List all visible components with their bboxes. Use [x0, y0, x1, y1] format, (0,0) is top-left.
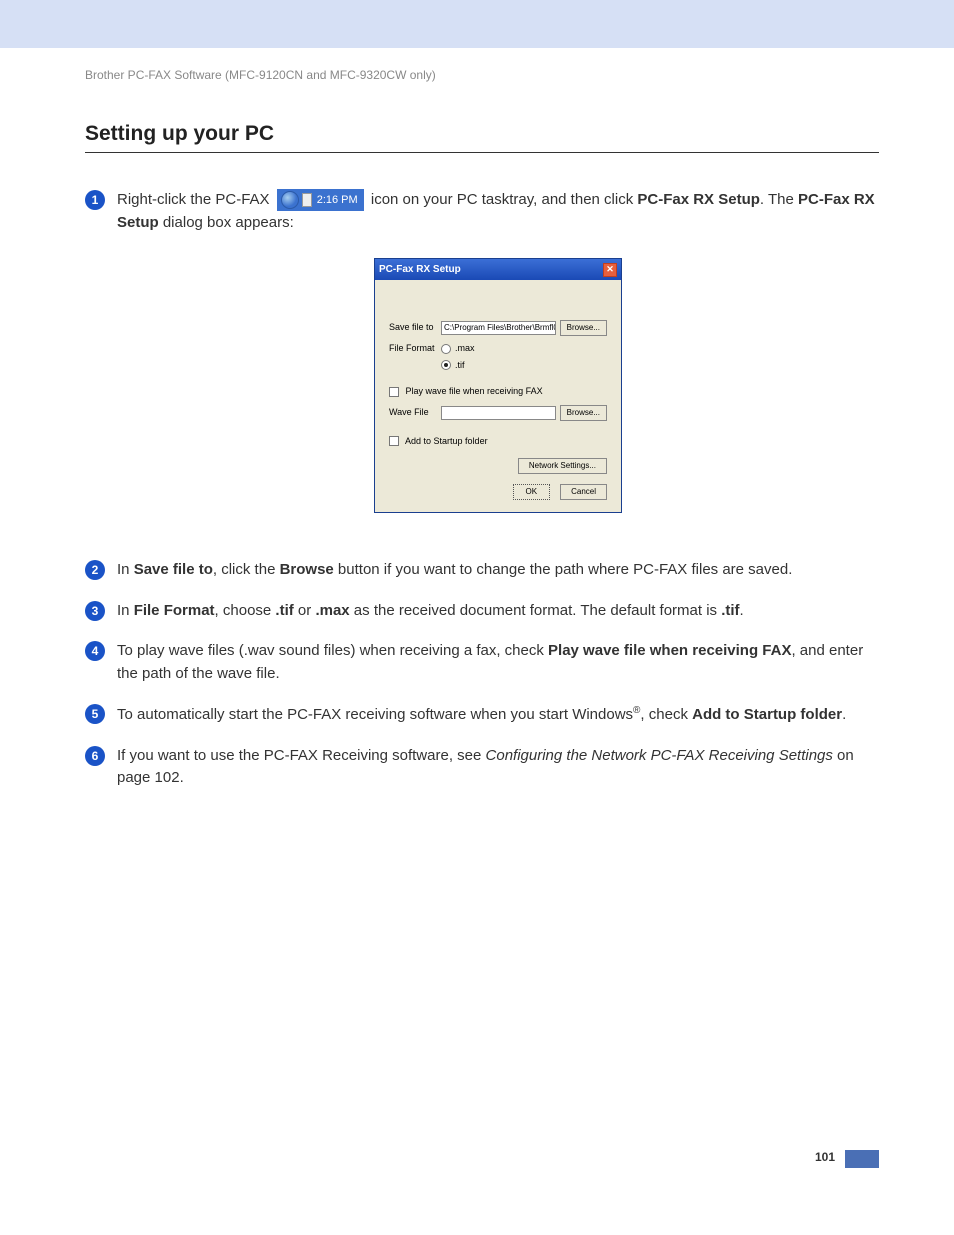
- checkbox-icon: [389, 436, 399, 446]
- step-number-badge: 1: [85, 190, 105, 210]
- network-row: Network Settings...: [389, 458, 607, 474]
- text: In: [117, 561, 134, 578]
- text: .: [740, 602, 744, 619]
- top-band: [0, 0, 954, 48]
- text: To play wave files (.wav sound files) wh…: [117, 642, 548, 659]
- file-format-label: File Format: [389, 342, 441, 356]
- step-body: To play wave files (.wav sound files) wh…: [117, 640, 879, 685]
- section-title: Setting up your PC: [85, 122, 879, 153]
- text: .: [842, 706, 846, 723]
- step-4: 4 To play wave files (.wav sound files) …: [85, 640, 879, 685]
- step-1: 1 Right-click the PC-FAX 2:16 PM icon on…: [85, 189, 879, 541]
- ok-cancel-row: OK Cancel: [389, 484, 607, 500]
- text: or: [294, 602, 316, 619]
- radio-icon: [441, 360, 451, 370]
- dialog-body: Save file to C:\Program Files\Brother\Br…: [375, 280, 621, 512]
- step-body: In Save file to, click the Browse button…: [117, 559, 879, 582]
- bold-text: Play wave file when receiving FAX: [548, 642, 791, 659]
- browse-button[interactable]: Browse...: [560, 405, 607, 421]
- startup-label: Add to Startup folder: [405, 436, 488, 446]
- radio-max-label: .max: [455, 342, 475, 356]
- text: , click the: [213, 561, 280, 578]
- step-5: 5 To automatically start the PC-FAX rece…: [85, 703, 879, 727]
- wave-file-input[interactable]: [441, 406, 556, 420]
- text: , check: [640, 706, 692, 723]
- bold-text: Browse: [280, 561, 334, 578]
- text: Right-click the PC-FAX: [117, 191, 274, 208]
- tasktray-icon: 2:16 PM: [277, 189, 364, 211]
- playwave-check-row[interactable]: Play wave file when receiving FAX: [389, 385, 607, 399]
- page-footer: 101: [0, 1150, 954, 1168]
- step-2: 2 In Save file to, click the Browse butt…: [85, 559, 879, 582]
- radio-tif-row[interactable]: .tif: [441, 359, 607, 373]
- text: , choose: [215, 602, 276, 619]
- network-settings-button[interactable]: Network Settings...: [518, 458, 607, 474]
- doc-icon: [302, 193, 312, 207]
- text: If you want to use the PC-FAX Receiving …: [117, 747, 486, 764]
- radio-tif-label: .tif: [455, 359, 465, 373]
- step-6: 6 If you want to use the PC-FAX Receivin…: [85, 745, 879, 790]
- breadcrumb: Brother PC-FAX Software (MFC-9120CN and …: [85, 68, 879, 82]
- file-format-options: .max .tif: [441, 342, 607, 375]
- startup-check-row[interactable]: Add to Startup folder: [389, 435, 607, 449]
- bold-text: File Format: [134, 602, 215, 619]
- step-3: 3 In File Format, choose .tif or .max as…: [85, 600, 879, 623]
- text: To automatically start the PC-FAX receiv…: [117, 706, 633, 723]
- step-body: To automatically start the PC-FAX receiv…: [117, 703, 879, 727]
- bold-text: .tif: [275, 602, 293, 619]
- bold-text: Save file to: [134, 561, 213, 578]
- wave-file-label: Wave File: [389, 406, 441, 420]
- step-number-badge: 3: [85, 601, 105, 621]
- globe-icon: [281, 191, 299, 209]
- page-content: Brother PC-FAX Software (MFC-9120CN and …: [0, 68, 954, 790]
- ok-button[interactable]: OK: [513, 484, 551, 500]
- save-file-input[interactable]: C:\Program Files\Brother\Brmfl04a\: [441, 321, 556, 335]
- steps-list: 1 Right-click the PC-FAX 2:16 PM icon on…: [85, 189, 879, 790]
- dialog-wrap: PC-Fax RX Setup ✕ Save file to C:\Progra…: [117, 258, 879, 513]
- step-body: If you want to use the PC-FAX Receiving …: [117, 745, 879, 790]
- text: dialog box appears:: [159, 214, 294, 231]
- file-format-row: File Format .max .tif: [389, 342, 607, 375]
- dialog-titlebar: PC-Fax RX Setup ✕: [375, 259, 621, 280]
- bold-text: .tif: [721, 602, 739, 619]
- checkbox-icon: [389, 387, 399, 397]
- bold-text: PC-Fax RX Setup: [637, 191, 760, 208]
- step-number-badge: 5: [85, 704, 105, 724]
- step-body: Right-click the PC-FAX 2:16 PM icon on y…: [117, 189, 879, 541]
- save-file-label: Save file to: [389, 321, 441, 335]
- step-number-badge: 2: [85, 560, 105, 580]
- step-body: In File Format, choose .tif or .max as t…: [117, 600, 879, 623]
- bold-text: .max: [315, 602, 349, 619]
- close-icon[interactable]: ✕: [603, 263, 617, 277]
- wave-file-row: Wave File Browse...: [389, 405, 607, 421]
- cancel-button[interactable]: Cancel: [560, 484, 607, 500]
- radio-max-row[interactable]: .max: [441, 342, 607, 356]
- playwave-label: Play wave file when receiving FAX: [406, 386, 543, 396]
- tasktray-time: 2:16 PM: [315, 192, 360, 209]
- radio-icon: [441, 344, 451, 354]
- page-number: 101: [815, 1150, 835, 1168]
- text: . The: [760, 191, 798, 208]
- save-file-row: Save file to C:\Program Files\Brother\Br…: [389, 320, 607, 336]
- text: In: [117, 602, 134, 619]
- text: as the received document format. The def…: [350, 602, 722, 619]
- text: button if you want to change the path wh…: [334, 561, 793, 578]
- italic-text: Configuring the Network PC-FAX Receiving…: [486, 747, 833, 764]
- browse-button[interactable]: Browse...: [560, 320, 607, 336]
- step-number-badge: 4: [85, 641, 105, 661]
- bold-text: Add to Startup folder: [692, 706, 842, 723]
- dialog-title-text: PC-Fax RX Setup: [379, 262, 461, 277]
- pcfax-rx-setup-dialog: PC-Fax RX Setup ✕ Save file to C:\Progra…: [374, 258, 622, 513]
- text: icon on your PC tasktray, and then click: [371, 191, 638, 208]
- footer-tab: [845, 1150, 879, 1168]
- step-number-badge: 6: [85, 746, 105, 766]
